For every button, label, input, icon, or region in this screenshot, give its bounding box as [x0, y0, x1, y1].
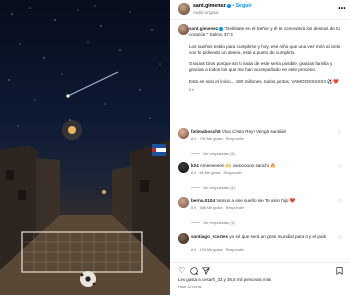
share-icon[interactable]: [202, 267, 210, 277]
comment-time: 8 h: [191, 137, 197, 141]
caption-time: 8 h: [189, 88, 195, 93]
heart-icon[interactable]: ♡: [338, 164, 342, 170]
commenter-username[interactable]: santiago_rcortes: [191, 234, 228, 239]
view-replies-button[interactable]: Ver respuestas (1): [191, 220, 235, 225]
likes-summary[interactable]: Les gusta a cesarh_33 y 36,5 mil persona…: [178, 277, 271, 282]
follow-button[interactable]: Seguir: [236, 3, 252, 9]
audio-label[interactable]: Audio original: [193, 10, 218, 15]
view-replies-button[interactable]: Ver respuestas (5): [191, 151, 235, 156]
verified-icon: [219, 26, 224, 31]
commenter-username[interactable]: fatimabosch5: [191, 129, 221, 134]
post-details-panel: sant.gimenez • Seguir Audio original •••…: [170, 0, 350, 296]
comment-icon[interactable]: [190, 267, 199, 277]
view-replies-button[interactable]: Ver respuestas (4): [191, 185, 235, 190]
caption-paragraph: Gracias Dios porque sin ti nada de este …: [189, 61, 333, 73]
reply-button[interactable]: Responder: [226, 248, 245, 252]
author-username-text: sant.gimenez: [193, 3, 226, 9]
caption-username[interactable]: sant.gimenez: [189, 26, 218, 31]
commenter-avatar[interactable]: [178, 233, 189, 244]
post-header: sant.gimenez • Seguir Audio original •••: [170, 0, 350, 20]
heart-icon[interactable]: ♡: [178, 267, 185, 275]
post-image[interactable]: [0, 0, 170, 295]
reply-button[interactable]: Responder: [224, 171, 243, 175]
caption-paragraph: Los sueños están para cumplirse y hoy, e…: [189, 43, 341, 55]
author-username[interactable]: sant.gimenez • Seguir: [193, 3, 252, 9]
heart-icon[interactable]: ♡: [338, 235, 342, 241]
commenter-username[interactable]: berna.0104: [191, 198, 215, 203]
comment-time: 8 h: [191, 248, 197, 252]
comment-time: 8 h: [191, 206, 197, 210]
post-image-artwork: [0, 5, 170, 295]
commenter-username[interactable]: k24: [191, 163, 199, 168]
comment: santiago_rcortes yo sé que será un gran …: [178, 233, 346, 257]
heart-icon[interactable]: ♡: [338, 130, 342, 136]
author-avatar[interactable]: [178, 3, 190, 15]
more-icon[interactable]: •••: [338, 6, 346, 12]
comment-text: Vamos a ese sueño sie Te amo hijo ❤️: [216, 198, 296, 203]
reply-button[interactable]: Responder: [226, 206, 245, 210]
comment-likes[interactable]: 88 Me gusta: [199, 171, 220, 175]
comment-likes[interactable]: 792 Me gusta: [199, 137, 222, 141]
comment-text: Viva Cristo Rey! Vengá santiiiiii!: [221, 129, 287, 134]
commenter-avatar[interactable]: [178, 197, 189, 208]
comment-likes[interactable]: 388 Me gusta: [199, 206, 222, 210]
verified-icon: [226, 3, 231, 8]
comment-text: yo sé que será un gran mundial para ti y…: [229, 234, 327, 239]
commenter-avatar[interactable]: [178, 128, 189, 139]
bookmark-icon[interactable]: [336, 267, 343, 277]
reply-button[interactable]: Responder: [226, 137, 245, 141]
heart-icon[interactable]: ♡: [338, 199, 342, 205]
comment-time: 8 h: [191, 171, 197, 175]
caption-avatar[interactable]: [178, 24, 189, 35]
comment-likes[interactable]: 478 Me gusta: [199, 248, 222, 252]
post-caption: sant.gimenez "Deléitate en el Señor y él…: [189, 26, 344, 93]
post-actions-bar: ♡ Les gusta a cesarh_33 y 36,5 mil perso…: [170, 262, 350, 296]
caption-paragraph: Esto es solo el inicio... 180 millones, …: [189, 78, 339, 84]
instagram-post-view: sant.gimenez • Seguir Audio original •••…: [0, 0, 350, 296]
commenter-avatar[interactable]: [178, 162, 189, 173]
comment-text: Ameeeeeen 🙌 vamooooo sanchi 🔥: [199, 163, 276, 168]
post-time-ago: Hace 10 horas: [178, 285, 202, 289]
